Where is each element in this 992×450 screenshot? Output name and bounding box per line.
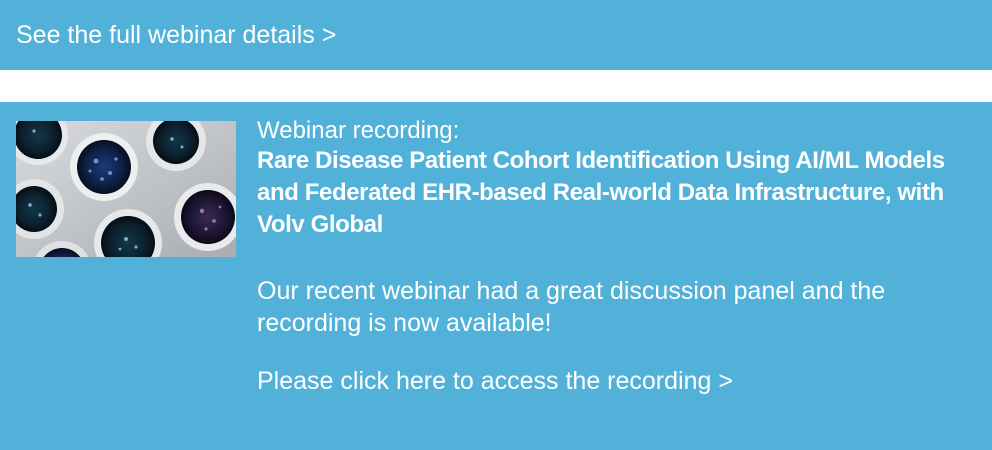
- full-webinar-details-link[interactable]: See the full webinar details >: [16, 19, 336, 51]
- top-banner: See the full webinar details >: [0, 0, 992, 70]
- webinar-title[interactable]: Rare Disease Patient Cohort Identificati…: [257, 145, 969, 241]
- access-recording-link[interactable]: Please click here to access the recordin…: [257, 365, 733, 397]
- webinar-kicker: Webinar recording:: [257, 117, 460, 144]
- microplate-wells-illustration: [16, 121, 236, 257]
- webinar-recording-card: Webinar recording: Rare Disease Patient …: [0, 102, 992, 450]
- webinar-description: Our recent webinar had a great discussio…: [257, 277, 886, 337]
- webinar-text-column: Webinar recording: Rare Disease Patient …: [257, 117, 987, 397]
- webinar-thumbnail-image[interactable]: [16, 121, 236, 257]
